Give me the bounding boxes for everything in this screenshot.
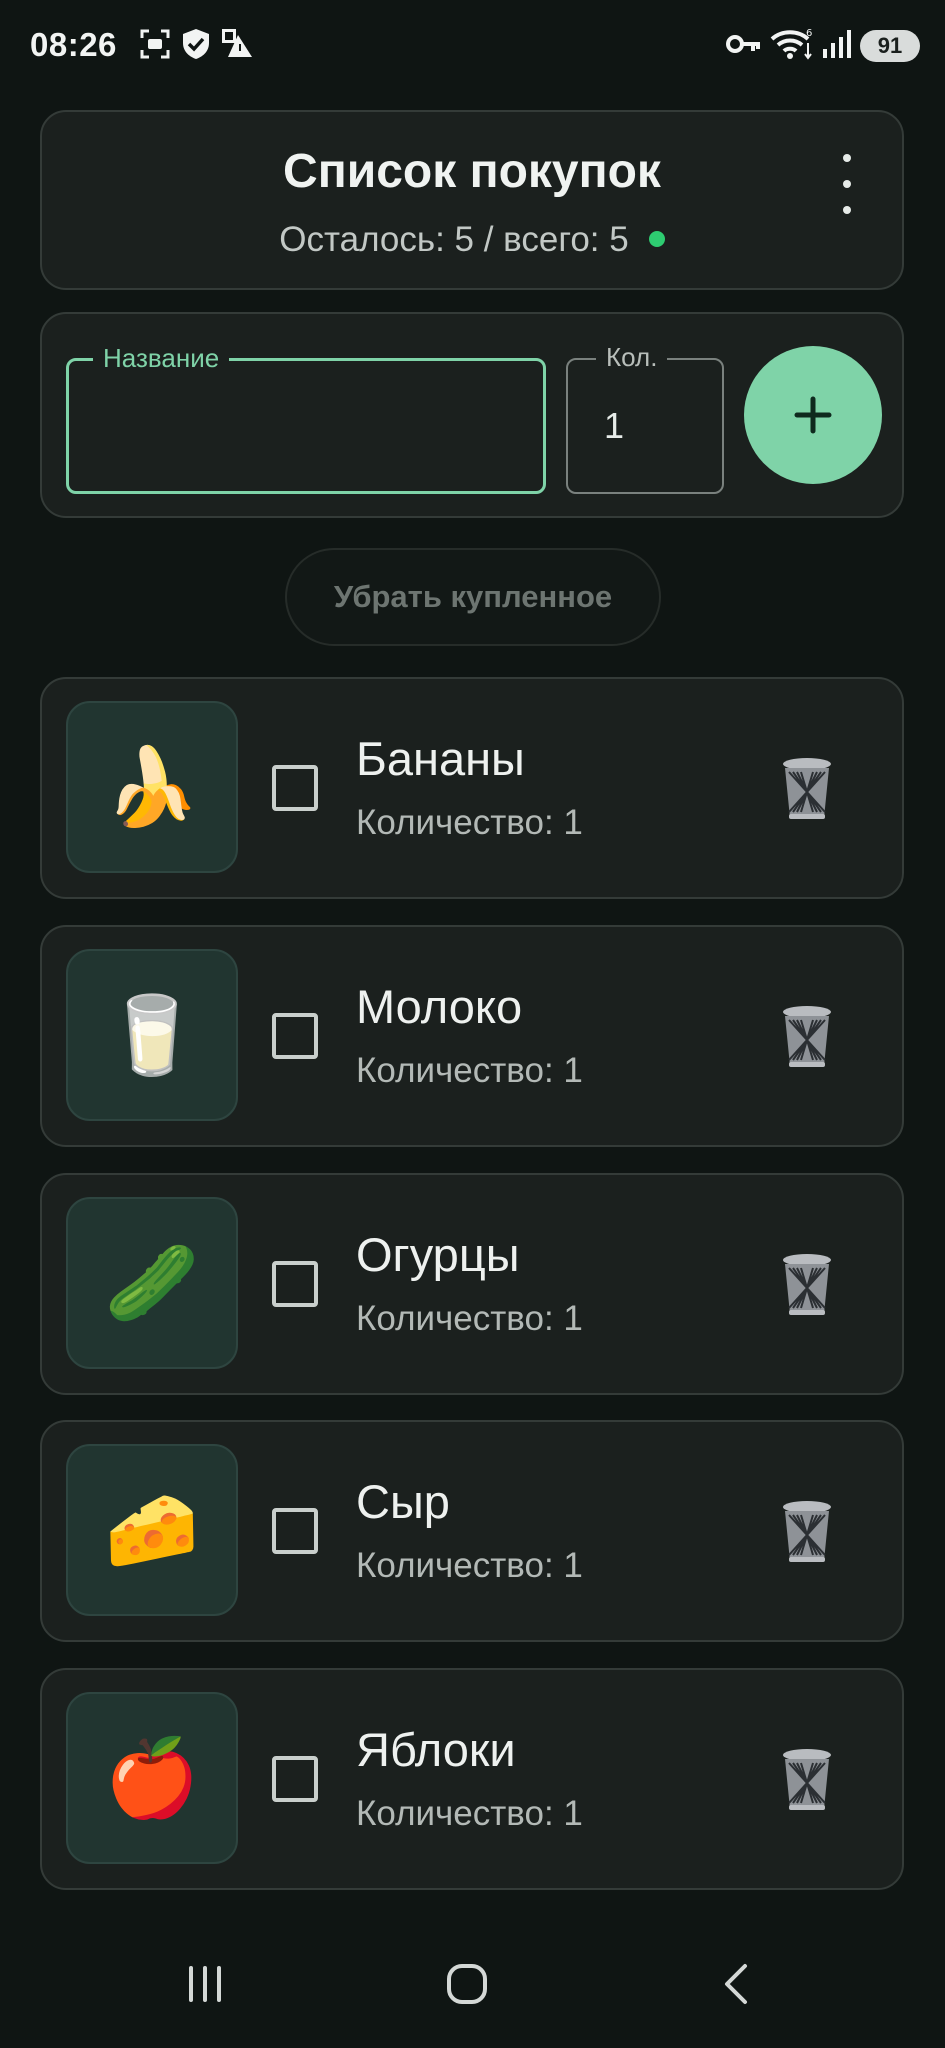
trash-icon xyxy=(783,1254,831,1315)
item-quantity: Количество: 1 xyxy=(356,1051,583,1090)
quantity-input[interactable] xyxy=(568,360,722,492)
more-options-button[interactable] xyxy=(832,154,862,214)
items-summary: Осталось: 5 / всего: 5 xyxy=(42,220,902,260)
delete-item-button[interactable] xyxy=(776,1496,838,1568)
back-button[interactable] xyxy=(700,1954,770,2014)
dot xyxy=(843,180,851,188)
header-card: Список покупок Осталось: 5 / всего: 5 xyxy=(40,110,904,290)
trash-icon xyxy=(783,1501,831,1562)
home-button[interactable] xyxy=(432,1954,502,2014)
shield-check-icon xyxy=(180,26,212,62)
delete-item-button[interactable] xyxy=(776,1249,838,1321)
item-quantity: Количество: 1 xyxy=(356,1299,583,1338)
add-item-card: Название Кол. xyxy=(40,312,904,518)
item-checkbox[interactable] xyxy=(272,1508,318,1554)
list-item: 🥒 Огурцы Количество: 1 xyxy=(40,1173,904,1395)
add-item-button[interactable] xyxy=(744,346,882,484)
key-icon xyxy=(726,26,762,62)
delete-item-button[interactable] xyxy=(776,1001,838,1073)
recent-apps-icon xyxy=(189,1966,221,2002)
back-icon xyxy=(725,1964,747,2004)
item-name: Яблоки xyxy=(356,1723,516,1776)
item-image: 🥛 xyxy=(66,949,238,1121)
dot xyxy=(843,206,851,214)
quantity-field[interactable]: Кол. xyxy=(566,342,724,494)
recent-apps-button[interactable] xyxy=(170,1954,240,2014)
item-checkbox[interactable] xyxy=(272,1756,318,1802)
screenshot-icon xyxy=(138,26,172,62)
page-title: Список покупок xyxy=(283,145,661,198)
list-item: 🥛 Молоко Количество: 1 xyxy=(40,925,904,1147)
item-name: Бананы xyxy=(356,732,525,785)
dot xyxy=(843,154,851,162)
item-name: Огурцы xyxy=(356,1228,520,1281)
trash-icon xyxy=(783,758,831,819)
item-name: Молоко xyxy=(356,980,523,1033)
item-checkbox[interactable] xyxy=(272,1261,318,1307)
list-item: 🧀 Сыр Количество: 1 xyxy=(40,1420,904,1642)
item-image: 🍌 xyxy=(66,701,238,873)
delete-item-button[interactable] xyxy=(776,753,838,825)
list-item: 🍎 Яблоки Количество: 1 xyxy=(40,1668,904,1890)
remove-purchased-button[interactable]: Убрать купленное xyxy=(285,548,661,646)
trash-icon xyxy=(783,1749,831,1810)
item-name: Сыр xyxy=(356,1475,450,1528)
trash-icon xyxy=(783,1006,831,1067)
item-quantity: Количество: 1 xyxy=(356,803,583,842)
item-checkbox[interactable] xyxy=(272,765,318,811)
navigation-bar xyxy=(0,1934,945,2048)
item-image: 🧀 xyxy=(66,1444,238,1616)
status-time: 08:26 xyxy=(30,26,117,63)
status-dot xyxy=(648,230,665,247)
items-summary-text: Осталось: 5 / всего: 5 xyxy=(279,220,629,259)
item-checkbox[interactable] xyxy=(272,1013,318,1059)
item-quantity: Количество: 1 xyxy=(356,1546,583,1585)
signal-icon xyxy=(820,26,852,62)
name-field[interactable]: Название xyxy=(66,343,546,494)
svg-text:6: 6 xyxy=(806,28,812,39)
delete-item-button[interactable] xyxy=(776,1744,838,1816)
item-image: 🍎 xyxy=(66,1692,238,1864)
wifi-icon: 6 xyxy=(770,26,814,62)
plus-icon xyxy=(794,396,832,434)
item-image: 🥒 xyxy=(66,1197,238,1369)
battery-indicator: 91 xyxy=(860,30,920,62)
home-icon xyxy=(447,1964,487,2004)
name-input[interactable] xyxy=(69,361,543,491)
item-quantity: Количество: 1 xyxy=(356,1794,583,1833)
notification-icon xyxy=(220,26,254,62)
status-bar: 08:26 6 91 xyxy=(0,0,945,92)
list-item: 🍌 Бананы Количество: 1 xyxy=(40,677,904,899)
